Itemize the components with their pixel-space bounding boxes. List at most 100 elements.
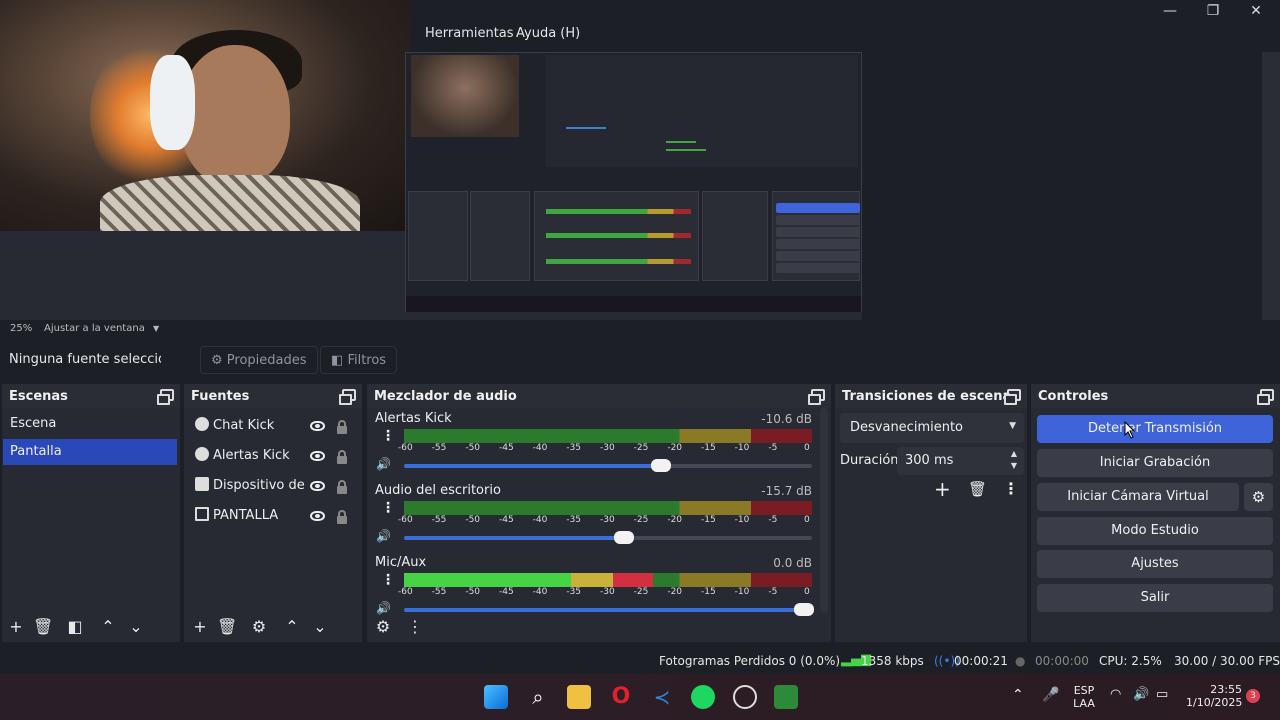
language-indicator[interactable]: ESP LAA bbox=[1070, 684, 1098, 710]
volume-slider[interactable] bbox=[404, 459, 812, 472]
speaker-icon[interactable]: 🔊 bbox=[376, 457, 391, 471]
filters-label: Filtros bbox=[347, 353, 387, 368]
move-up-icon[interactable]: ⌃ bbox=[98, 617, 118, 636]
vscode-icon[interactable]: ≺ bbox=[650, 685, 674, 709]
tick-label: -40 bbox=[532, 587, 548, 597]
spin-arrows-icon[interactable]: ▲ ▼ bbox=[1011, 448, 1017, 472]
scene-item-selected[interactable]: Pantalla bbox=[3, 439, 177, 465]
channel-name: Alertas Kick bbox=[375, 411, 452, 426]
clock[interactable]: 23:55 1/10/2025 bbox=[1186, 683, 1242, 709]
duration-spinbox[interactable]: 300 ms ▲ ▼ bbox=[897, 447, 1024, 475]
file-explorer-icon[interactable] bbox=[567, 685, 591, 709]
app-icon[interactable] bbox=[774, 685, 798, 709]
float-dock-icon[interactable] bbox=[808, 389, 825, 405]
menu-tools[interactable]: Herramientas bbox=[425, 26, 514, 41]
browser-icon bbox=[195, 417, 209, 431]
status-bar: Fotogramas Perdidos 0 (0.0%) ▂▄▆ 1358 kb… bbox=[0, 648, 1280, 674]
filters-button[interactable]: ◧ Filtros bbox=[320, 346, 398, 374]
windows-start-icon[interactable] bbox=[484, 685, 508, 709]
mouse-cursor-icon bbox=[1124, 421, 1136, 439]
scene-item[interactable]: Escena bbox=[3, 411, 177, 437]
tick-label: -40 bbox=[532, 515, 548, 525]
kebab-menu-icon[interactable]: ⋮ bbox=[381, 501, 395, 515]
tick-label: 0 bbox=[804, 443, 810, 453]
date: 1/10/2025 bbox=[1186, 696, 1243, 709]
float-dock-icon[interactable] bbox=[339, 389, 356, 405]
add-icon[interactable]: + bbox=[6, 617, 26, 636]
trash-icon[interactable]: 🗑 bbox=[33, 617, 53, 636]
source-item[interactable]: PANTALLA bbox=[188, 502, 306, 528]
add-icon[interactable]: + bbox=[934, 477, 951, 501]
tick-label: -60 bbox=[398, 515, 413, 525]
spotify-icon[interactable] bbox=[691, 685, 715, 709]
kebab-menu-icon[interactable]: ⋮ bbox=[381, 429, 395, 443]
lock-icon[interactable] bbox=[337, 480, 347, 494]
zoom-fit-select[interactable]: Ajustar a la ventana bbox=[44, 323, 145, 334]
lock-icon[interactable] bbox=[337, 450, 347, 464]
close-button[interactable]: ✕ bbox=[1246, 2, 1266, 22]
float-dock-icon[interactable] bbox=[1257, 389, 1274, 405]
preview-canvas[interactable]: Herramientas Ayuda (H) — ❐ ✕ bbox=[0, 0, 1280, 320]
visibility-eye-icon[interactable] bbox=[310, 481, 325, 491]
lang-code: ESP bbox=[1073, 684, 1095, 697]
tick-label: -10 bbox=[734, 515, 750, 525]
start-recording-button[interactable]: Iniciar Grabación bbox=[1037, 449, 1273, 477]
maximize-button[interactable]: ❐ bbox=[1203, 2, 1223, 22]
wifi-icon[interactable]: ◠ bbox=[1110, 687, 1121, 702]
notification-badge[interactable]: 3 bbox=[1246, 689, 1260, 703]
add-icon[interactable]: + bbox=[190, 617, 210, 636]
transition-select[interactable]: Desvanecimiento bbox=[840, 413, 1024, 443]
volume-slider[interactable] bbox=[404, 603, 814, 616]
obs-icon[interactable] bbox=[733, 685, 757, 709]
virtual-camera-settings-gear-icon[interactable]: ⚙ bbox=[1244, 483, 1273, 511]
studio-mode-button[interactable]: Modo Estudio bbox=[1037, 517, 1273, 545]
volume-slider[interactable] bbox=[404, 531, 812, 544]
microphone-icon[interactable]: 🎤 bbox=[1042, 687, 1059, 703]
advanced-audio-gear-icon[interactable]: ⚙ bbox=[373, 617, 393, 636]
float-dock-icon[interactable] bbox=[1004, 389, 1021, 405]
lock-icon[interactable] bbox=[337, 510, 347, 524]
move-up-icon[interactable]: ⌃ bbox=[282, 617, 302, 636]
kebab-menu-icon[interactable]: ⋮ bbox=[381, 573, 395, 587]
visibility-eye-icon[interactable] bbox=[310, 451, 325, 461]
filter-icon[interactable]: ◧ bbox=[65, 617, 85, 636]
source-item[interactable]: Dispositivo de captura bbox=[188, 472, 308, 498]
menu-help[interactable]: Ayuda (H) bbox=[516, 26, 580, 41]
tick-label: -50 bbox=[465, 515, 481, 525]
tray-chevron-up-icon[interactable]: ⌃ bbox=[1012, 687, 1024, 703]
tick-label: -55 bbox=[431, 443, 447, 453]
visibility-eye-icon[interactable] bbox=[310, 421, 325, 431]
virtual-camera-button[interactable]: Iniciar Cámara Virtual bbox=[1037, 483, 1239, 511]
kebab-menu-icon[interactable]: ⋮ bbox=[1003, 479, 1019, 498]
move-down-icon[interactable]: ⌄ bbox=[310, 617, 330, 636]
tick-label: -5 bbox=[768, 515, 778, 525]
mixer-scrollbar[interactable] bbox=[820, 408, 828, 613]
speaker-icon[interactable]: 🔊 bbox=[376, 529, 391, 543]
lock-icon[interactable] bbox=[337, 420, 347, 434]
stream-time: 00:00:21 bbox=[954, 654, 1008, 668]
volume-icon[interactable]: 🔊 bbox=[1133, 687, 1149, 702]
search-icon[interactable]: ⌕ bbox=[526, 685, 550, 709]
speaker-icon[interactable]: 🔊 bbox=[376, 601, 391, 615]
preview-scrollbar[interactable] bbox=[1262, 52, 1280, 320]
battery-icon[interactable]: ▭ bbox=[1156, 687, 1168, 702]
properties-button[interactable]: ⚙ Propiedades bbox=[200, 346, 318, 374]
controls-title: Controles bbox=[1031, 384, 1280, 408]
opera-icon[interactable]: O bbox=[609, 685, 633, 709]
kebab-menu-icon[interactable]: ⋮ bbox=[405, 617, 425, 636]
source-item[interactable]: Chat Kick bbox=[188, 412, 306, 438]
exit-button[interactable]: Salir bbox=[1037, 584, 1273, 612]
float-dock-icon[interactable] bbox=[157, 389, 174, 405]
cpu-usage: CPU: 2.5% bbox=[1099, 654, 1162, 668]
channel-db: 0.0 dB bbox=[773, 556, 812, 570]
minimize-button[interactable]: — bbox=[1160, 2, 1180, 22]
source-item[interactable]: Alertas Kick bbox=[188, 442, 306, 468]
move-down-icon[interactable]: ⌄ bbox=[126, 617, 146, 636]
stop-stream-button[interactable]: Detener Transmisión bbox=[1037, 415, 1273, 443]
trash-icon[interactable]: 🗑 bbox=[968, 480, 987, 498]
gear-icon[interactable]: ⚙ bbox=[249, 617, 269, 636]
trash-icon[interactable]: 🗑 bbox=[217, 617, 237, 636]
chevron-down-icon[interactable]: ▼ bbox=[153, 324, 159, 333]
settings-button[interactable]: Ajustes bbox=[1037, 550, 1273, 578]
visibility-eye-icon[interactable] bbox=[310, 511, 325, 521]
